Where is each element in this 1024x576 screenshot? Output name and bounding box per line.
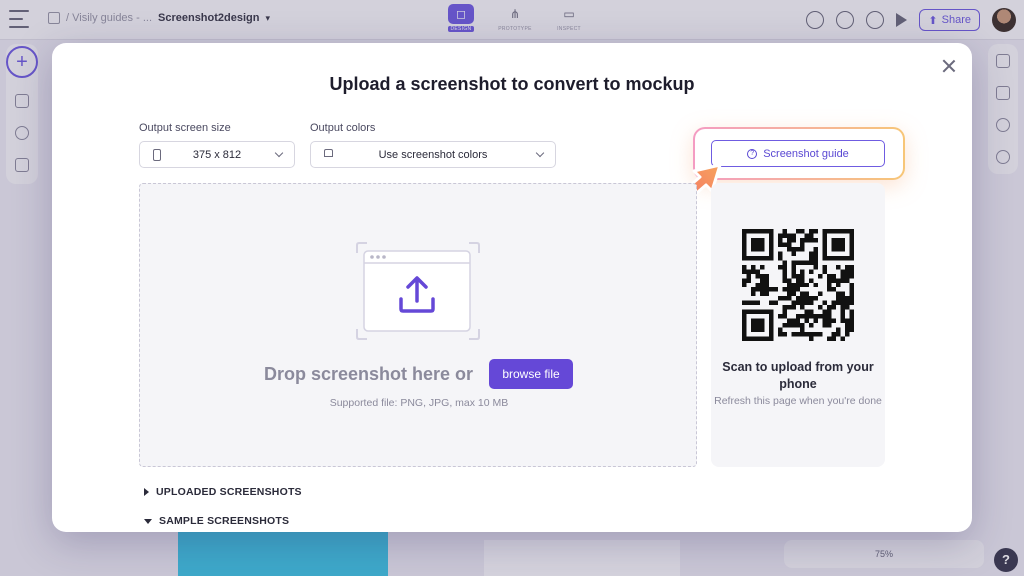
- qr-code: [742, 229, 854, 341]
- scan-title: Scan to upload from your phone: [722, 360, 874, 391]
- output-colors-value: Use screenshot colors: [378, 148, 488, 161]
- screenshot-guide-button[interactable]: ? Screenshot guide: [711, 140, 885, 167]
- dialog-title: Upload a screenshot to convert to mockup: [329, 74, 695, 94]
- section-label: SAMPLE SCREENSHOTS: [159, 515, 290, 527]
- browse-file-button[interactable]: browse file: [489, 359, 573, 389]
- scan-subtitle: Refresh this page when you're done: [714, 395, 882, 407]
- sample-screenshots-toggle[interactable]: SAMPLE SCREENSHOTS: [144, 515, 289, 527]
- section-label: UPLOADED SCREENSHOTS: [156, 486, 302, 498]
- output-size-select[interactable]: 375 x 812: [139, 141, 295, 168]
- screenshot-dropzone[interactable]: Drop screenshot here or browse file Supp…: [139, 183, 697, 467]
- upload-screenshot-dialog: Upload a screenshot to convert to mockup…: [52, 43, 972, 532]
- output-size-label: Output screen size: [139, 122, 231, 134]
- output-colors-label: Output colors: [310, 122, 376, 134]
- caret-down-icon: [144, 518, 152, 524]
- output-size-value: 375 x 812: [192, 148, 242, 161]
- help-circle-icon: ?: [747, 148, 758, 159]
- screenshot-guide-label: Screenshot guide: [763, 147, 849, 160]
- upload-file-icon: [356, 242, 480, 340]
- qr-upload-panel: Scan to upload from your phone Refresh t…: [711, 183, 885, 467]
- supported-files-note: Supported file: PNG, JPG, max 10 MB: [329, 397, 509, 409]
- caret-right-icon: [144, 488, 149, 496]
- output-colors-select[interactable]: Use screenshot colors: [310, 141, 556, 168]
- uploaded-screenshots-toggle[interactable]: UPLOADED SCREENSHOTS: [144, 486, 302, 498]
- close-icon[interactable]: [940, 57, 958, 75]
- drop-prompt: Drop screenshot here or: [264, 364, 474, 384]
